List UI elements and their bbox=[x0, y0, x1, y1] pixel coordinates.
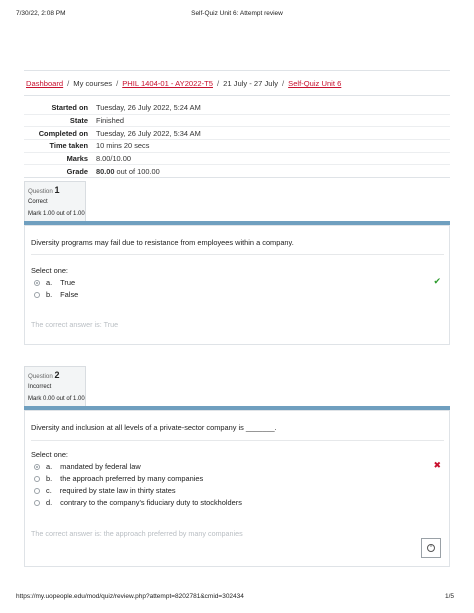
arrow-up-icon: ^ bbox=[427, 544, 435, 552]
answer-option-d[interactable]: d. contrary to the company's fiduciary d… bbox=[34, 498, 242, 507]
summary-divider bbox=[24, 177, 450, 178]
question-1-text: Diversity programs may fail due to resis… bbox=[31, 238, 294, 247]
radio-checked-icon[interactable] bbox=[34, 463, 40, 470]
question-state: Incorrect bbox=[28, 384, 52, 390]
option-letter: b. bbox=[46, 290, 53, 299]
option-letter: d. bbox=[46, 498, 53, 507]
radio-checked-icon[interactable] bbox=[34, 279, 40, 286]
print-page-title: Self-Quiz Unit 6: Attempt review bbox=[191, 10, 283, 17]
option-label: True bbox=[60, 278, 76, 287]
breadcrumb-course[interactable]: PHIL 1404-01 - AY2022-T5 bbox=[122, 79, 213, 88]
radio-unchecked-icon[interactable] bbox=[34, 475, 40, 482]
select-one-prompt: Select one: bbox=[31, 450, 68, 459]
question-divider bbox=[31, 440, 444, 441]
summary-value: Tuesday, 26 July 2022, 5:24 AM bbox=[96, 103, 201, 113]
answer-option-a[interactable]: a. mandated by federal law bbox=[34, 462, 141, 471]
print-url: https://my.uopeople.edu/mod/quiz/review.… bbox=[16, 593, 244, 600]
summary-value: 8.00/10.00 bbox=[96, 154, 131, 164]
correct-check-icon: ✔ bbox=[433, 276, 441, 286]
summary-row-marks: Marks 8.00/10.00 bbox=[24, 153, 450, 166]
summary-row-state: State Finished bbox=[24, 115, 450, 128]
answer-option-b[interactable]: b. False bbox=[34, 290, 78, 299]
print-footer: https://my.uopeople.edu/mod/quiz/review.… bbox=[16, 593, 458, 605]
summary-value: Finished bbox=[96, 116, 124, 126]
summary-label: Grade bbox=[66, 166, 88, 176]
scroll-to-top-button[interactable]: ^ bbox=[421, 538, 441, 558]
option-label: contrary to the company's fiduciary duty… bbox=[60, 498, 242, 507]
option-letter: a. bbox=[46, 278, 53, 287]
summary-label: Started on bbox=[51, 103, 88, 113]
summary-label: Marks bbox=[66, 154, 88, 164]
summary-label: Completed on bbox=[38, 128, 88, 138]
question-number: Question 2 bbox=[28, 370, 60, 380]
breadcrumb-separator: / bbox=[67, 79, 70, 88]
summary-row-time-taken: Time taken 10 mins 20 secs bbox=[24, 140, 450, 153]
question-2-text: Diversity and inclusion at all levels of… bbox=[31, 423, 277, 432]
grade-value: 80.00 bbox=[96, 166, 115, 176]
grade-out-of: out of 100.00 bbox=[114, 166, 160, 176]
attempt-summary-table: Started on Tuesday, 26 July 2022, 5:24 A… bbox=[24, 102, 450, 177]
breadcrumb-separator: / bbox=[116, 79, 119, 88]
answer-option-c[interactable]: c. required by state law in thirty state… bbox=[34, 486, 176, 495]
correct-answer-feedback: The correct answer is: the approach pref… bbox=[31, 529, 243, 538]
option-label: False bbox=[60, 290, 79, 299]
question-1-info: Question 1 Correct Mark 1.00 out of 1.00 bbox=[24, 181, 86, 223]
radio-unchecked-icon[interactable] bbox=[34, 487, 40, 494]
question-divider bbox=[31, 254, 444, 255]
summary-row-started: Started on Tuesday, 26 July 2022, 5:24 A… bbox=[24, 102, 450, 115]
correct-answer-feedback: The correct answer is: True bbox=[31, 320, 119, 329]
breadcrumb-week: 21 July - 27 July bbox=[223, 79, 278, 88]
incorrect-cross-icon: ✖ bbox=[433, 460, 441, 470]
summary-value: Tuesday, 26 July 2022, 5:34 AM bbox=[96, 128, 201, 138]
breadcrumb-quiz[interactable]: Self-Quiz Unit 6 bbox=[288, 79, 341, 88]
top-divider bbox=[24, 70, 450, 71]
summary-row-completed: Completed on Tuesday, 26 July 2022, 5:34… bbox=[24, 127, 450, 141]
summary-value: 10 mins 20 secs bbox=[96, 141, 150, 151]
select-one-prompt: Select one: bbox=[31, 266, 68, 275]
breadcrumb-dashboard[interactable]: Dashboard bbox=[26, 79, 63, 88]
print-header: 7/30/22, 2:08 PM Self-Quiz Unit 6: Attem… bbox=[16, 10, 458, 22]
breadcrumb-my-courses: My courses bbox=[73, 79, 113, 88]
answer-option-b[interactable]: b. the approach preferred by many compan… bbox=[34, 474, 203, 483]
print-page-number: 1/5 bbox=[444, 593, 454, 600]
option-letter: c. bbox=[46, 486, 52, 495]
question-number: Question 1 bbox=[28, 185, 60, 195]
question-mark: Mark 0.00 out of 1.00 bbox=[28, 396, 85, 402]
question-2-info: Question 2 Incorrect Mark 0.00 out of 1.… bbox=[24, 366, 86, 408]
option-label: the approach preferred by many companies bbox=[60, 474, 204, 483]
summary-row-grade: Grade 80.00 out of 100.00 bbox=[24, 165, 450, 177]
breadcrumb-divider bbox=[24, 95, 450, 96]
option-label: required by state law in thirty states bbox=[59, 486, 176, 495]
breadcrumb: Dashboard / My courses / PHIL 1404-01 - AY20… bbox=[26, 79, 450, 88]
option-label: mandated by federal law bbox=[60, 462, 141, 471]
option-letter: b. bbox=[46, 474, 53, 483]
breadcrumb-separator: / bbox=[282, 79, 285, 88]
question-mark: Mark 1.00 out of 1.00 bbox=[28, 211, 85, 217]
question-state: Correct bbox=[28, 199, 48, 205]
summary-label: State bbox=[69, 116, 88, 126]
option-letter: a. bbox=[46, 462, 53, 471]
radio-unchecked-icon[interactable] bbox=[34, 291, 40, 298]
summary-label: Time taken bbox=[49, 141, 88, 151]
summary-value: 80.00 out of 100.00 bbox=[96, 167, 160, 176]
radio-unchecked-icon[interactable] bbox=[34, 499, 40, 506]
breadcrumb-separator: / bbox=[217, 79, 220, 88]
answer-option-a[interactable]: a. True bbox=[34, 278, 75, 287]
